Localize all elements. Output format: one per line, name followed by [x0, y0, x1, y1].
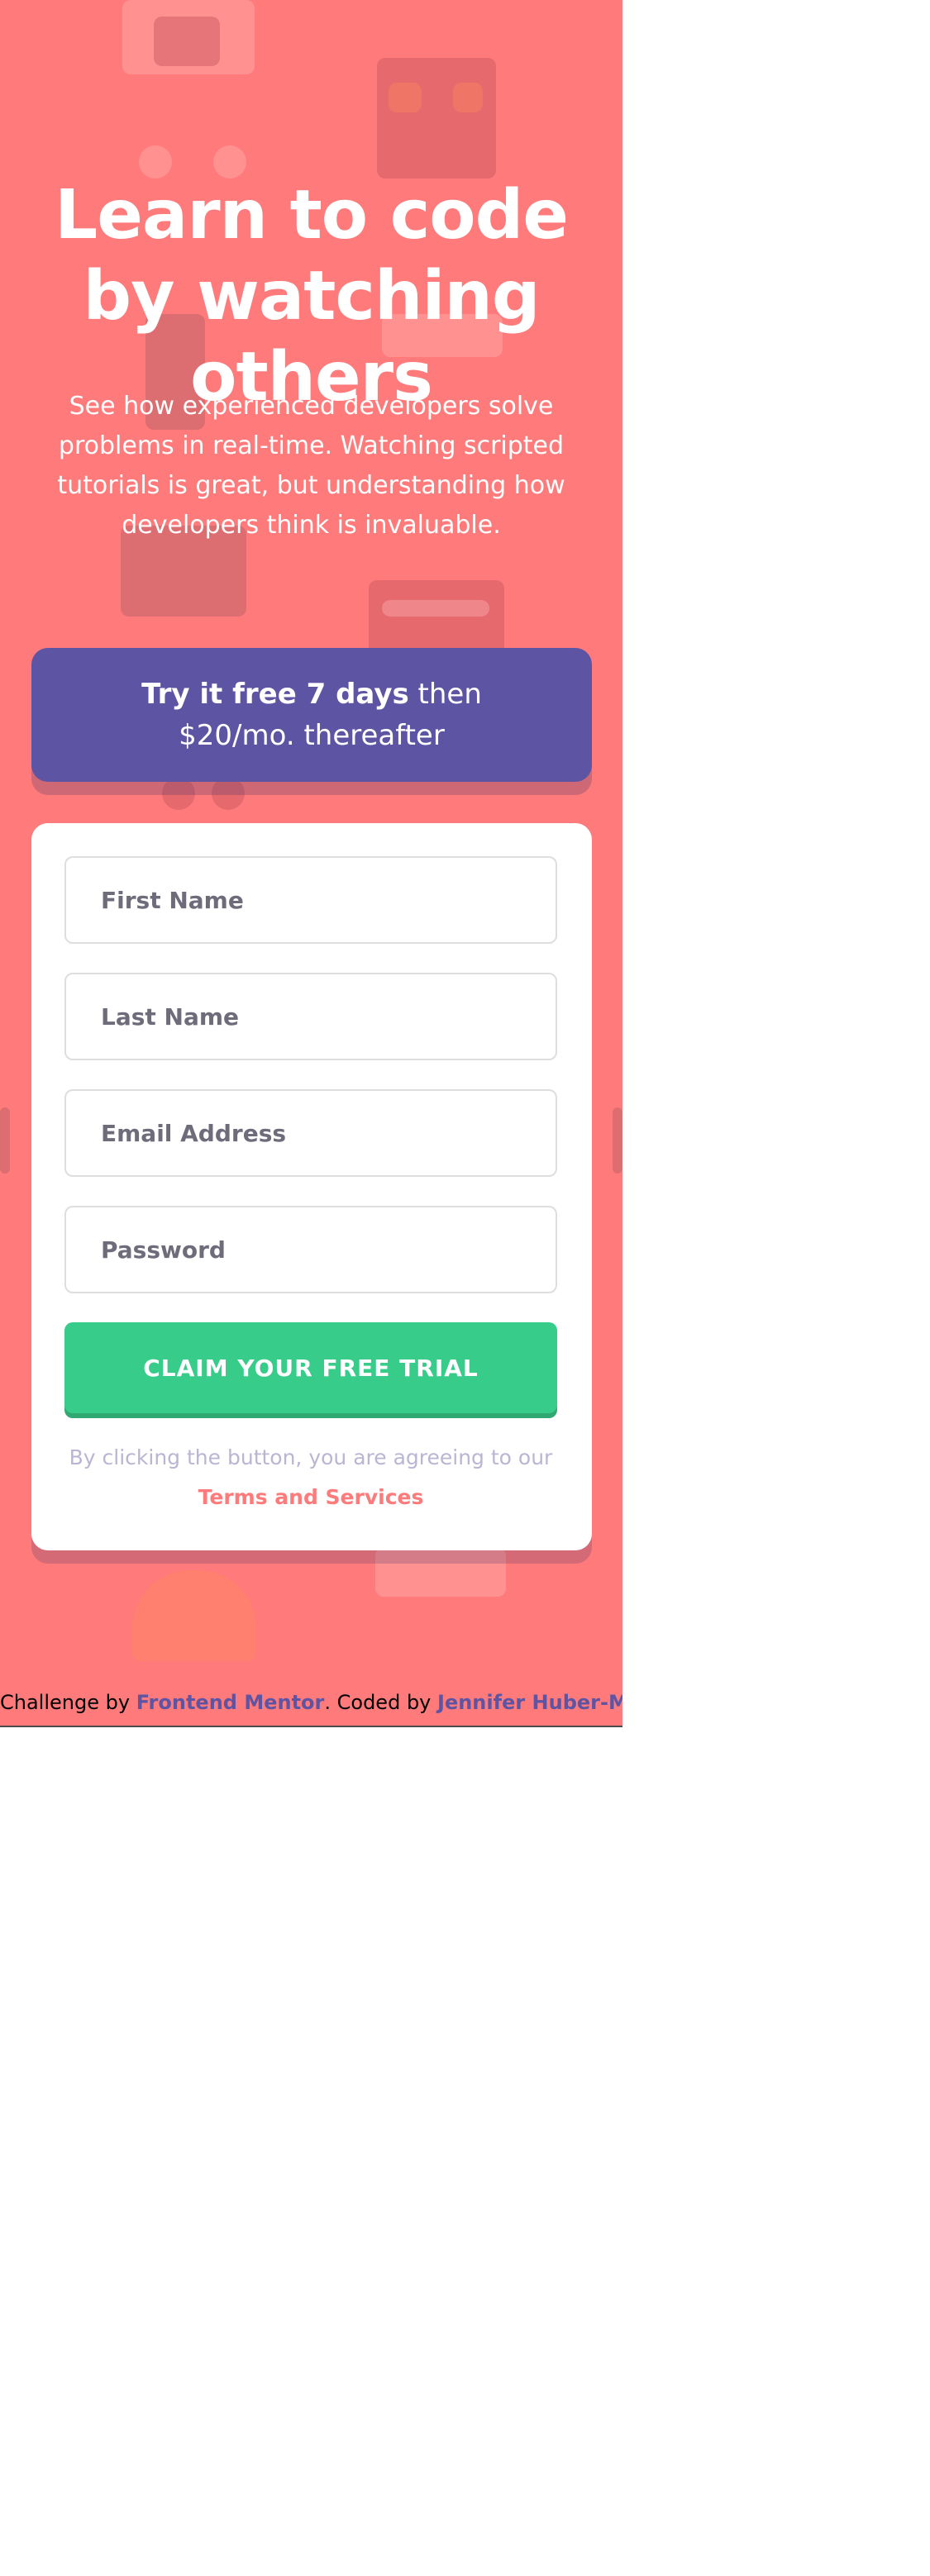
attribution: Challenge by Frontend Mentor. Coded by J… [0, 1689, 622, 1716]
terms-notice: By clicking the button, you are agreeing… [64, 1438, 557, 1517]
first-name-input[interactable] [99, 885, 556, 915]
hero-title: Learn to code by watching others [55, 176, 569, 417]
signup-form: CLAIM YOUR FREE TRIAL By clicking the bu… [31, 823, 592, 1550]
email-field[interactable] [64, 1089, 557, 1177]
last-name-field[interactable] [64, 973, 557, 1060]
hero-description: See how experienced developers solve pro… [57, 392, 565, 540]
password-input[interactable] [99, 1235, 556, 1264]
main-content: Learn to code by watching others See how… [0, 0, 622, 1726]
attribution-middle: . Coded by [324, 1691, 438, 1714]
author-link[interactable]: Jennifer Huber-Mayer [437, 1691, 622, 1714]
terms-and-services-link[interactable]: Terms and Services [198, 1485, 424, 1509]
attribution-prefix: Challenge by [0, 1691, 136, 1714]
free-trial-bold-text: Try it free 7 days [141, 678, 409, 711]
free-trial-text: Try it free 7 days then $20/mo. thereaft… [97, 674, 527, 756]
page-background: Learn to code by watching others See how… [0, 0, 622, 1727]
free-trial-banner: Try it free 7 days then $20/mo. thereaft… [31, 648, 592, 782]
last-name-input[interactable] [99, 1002, 556, 1031]
password-field[interactable] [64, 1206, 557, 1293]
claim-free-trial-button[interactable]: CLAIM YOUR FREE TRIAL [64, 1322, 557, 1413]
first-name-field[interactable] [64, 856, 557, 944]
frontend-mentor-link[interactable]: Frontend Mentor [136, 1691, 325, 1714]
email-input[interactable] [99, 1118, 556, 1148]
terms-notice-text: By clicking the button, you are agreeing… [69, 1445, 553, 1469]
